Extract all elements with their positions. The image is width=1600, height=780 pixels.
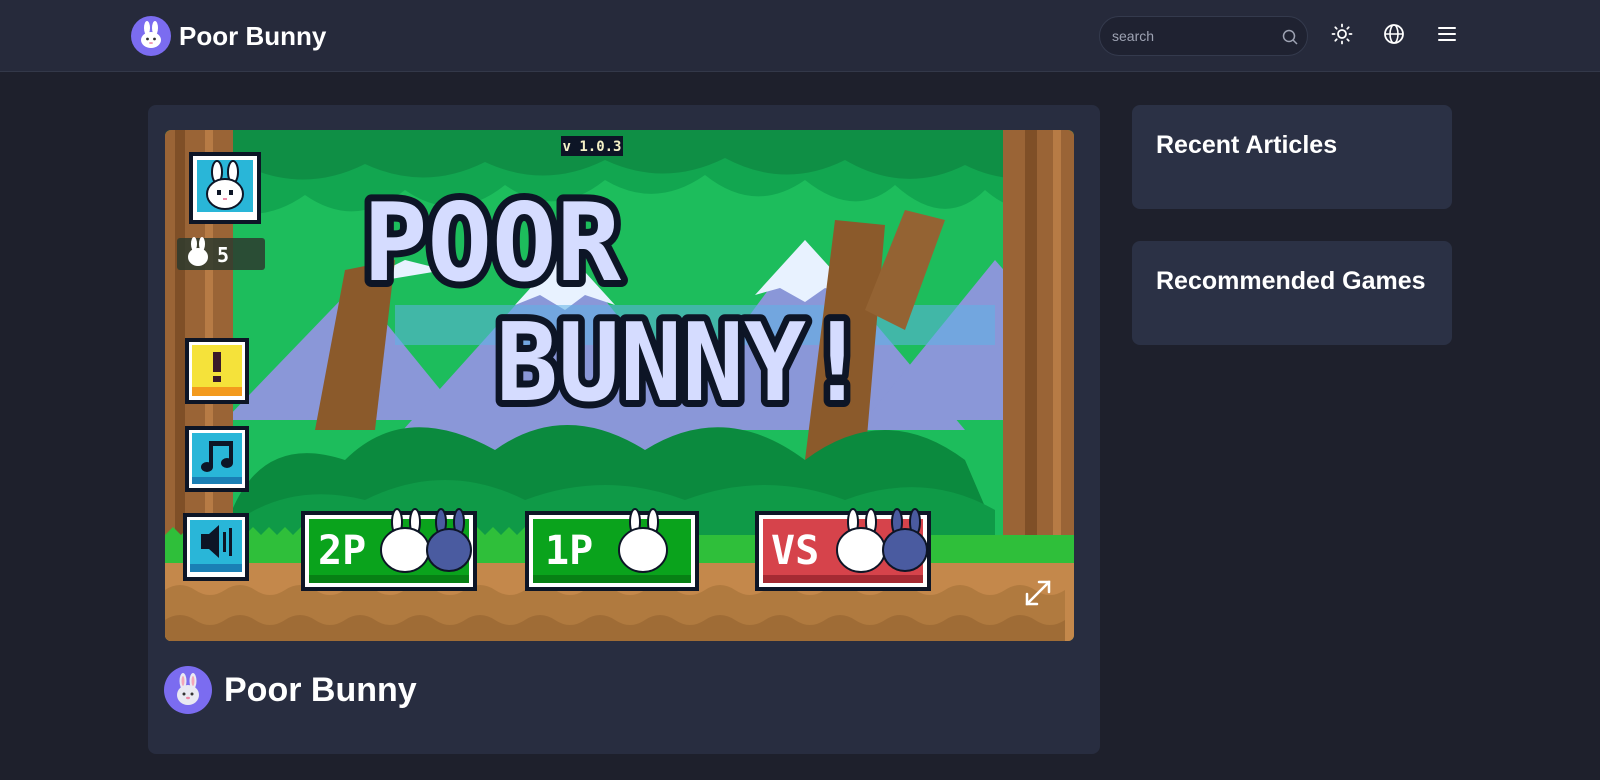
top-navbar: Poor Bunny (0, 0, 1600, 72)
versus-button[interactable]: VS (755, 508, 931, 591)
game-avatar (164, 666, 212, 714)
game-title: Poor Bunny (224, 670, 417, 709)
bunny-icon (131, 16, 171, 56)
two-player-label: 2P (318, 528, 366, 574)
theme-toggle-button[interactable] (1328, 22, 1356, 50)
two-player-button[interactable]: 2P (301, 508, 477, 591)
game-canvas[interactable]: v 1.0.3 POOR POOR BUNNY! BUNNY! 5 2P 1P … (165, 130, 1074, 641)
lives-count: 5 (217, 243, 229, 267)
alert-icon (213, 352, 221, 382)
game-card: v 1.0.3 POOR POOR BUNNY! BUNNY! 5 2P 1P … (148, 105, 1100, 754)
sun-icon (1331, 23, 1353, 50)
language-button[interactable] (1380, 22, 1408, 50)
menu-icon (1436, 23, 1458, 50)
menu-button[interactable] (1433, 22, 1461, 50)
game-info: Poor Bunny (164, 666, 417, 714)
fullscreen-button[interactable] (1021, 576, 1057, 612)
music-toggle-button[interactable] (185, 426, 249, 492)
recent-articles-panel: Recent Articles (1132, 105, 1452, 209)
search-box (1099, 16, 1308, 56)
hint-button[interactable] (185, 338, 249, 404)
logo-line-1-fill: POOR (363, 181, 622, 306)
brand-name: Poor Bunny (179, 20, 327, 51)
character-select-button[interactable] (189, 152, 261, 224)
search-icon[interactable] (1281, 28, 1299, 46)
one-player-button[interactable]: 1P (525, 508, 699, 591)
lives-counter: 5 (177, 237, 265, 270)
recent-articles-heading: Recent Articles (1156, 131, 1338, 159)
site-brand-link[interactable]: Poor Bunny (131, 16, 326, 56)
recommended-games-heading: Recommended Games (1156, 267, 1426, 295)
logo-line-2-fill: BUNNY! (496, 301, 868, 426)
versus-label: VS (771, 528, 819, 574)
bunny-icon (177, 673, 199, 705)
recommended-games-panel: Recommended Games (1132, 241, 1452, 345)
search-input[interactable] (1112, 17, 1272, 55)
sound-toggle-button[interactable] (183, 513, 249, 581)
one-player-label: 1P (545, 528, 593, 574)
globe-icon (1383, 23, 1405, 50)
version-label: v 1.0.3 (562, 139, 621, 155)
